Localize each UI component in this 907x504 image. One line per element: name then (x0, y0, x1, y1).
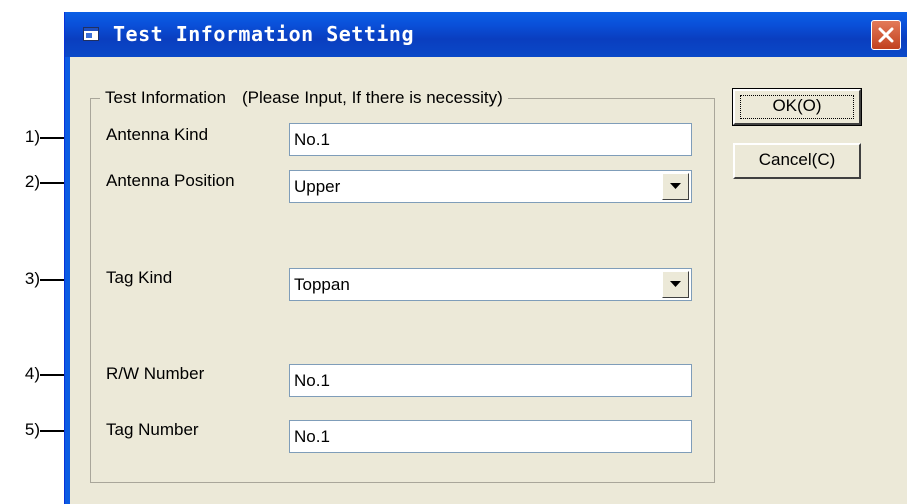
window-icon (83, 27, 99, 41)
window-title: Test Information Setting (113, 22, 414, 46)
tag-number-input[interactable]: No.1 (289, 420, 692, 453)
tag-kind-label: Tag Kind (106, 268, 173, 287)
rw-number-input[interactable]: No.1 (289, 364, 692, 397)
callout-number: 3) (24, 269, 40, 288)
tag-kind-select[interactable]: Toppan (289, 268, 692, 301)
cancel-button-label: Cancel(C) (758, 150, 836, 169)
tag-number-label: Tag Number (106, 420, 199, 439)
antenna-position-label: Antenna Position (106, 171, 235, 190)
cancel-button[interactable]: Cancel(C) (733, 143, 861, 179)
antenna-kind-input[interactable]: No.1 (289, 123, 692, 156)
rw-number-label: R/W Number (106, 364, 205, 383)
tag-kind-value: Toppan (294, 275, 350, 294)
window-frame (65, 57, 70, 504)
callout-number: 5) (24, 420, 40, 439)
title-bar[interactable]: Test Information Setting (65, 12, 907, 57)
dropdown-button[interactable] (662, 271, 689, 298)
tag-number-value: No.1 (294, 427, 330, 446)
antenna-kind-value: No.1 (294, 130, 330, 149)
callout-number: 4) (24, 364, 40, 383)
dropdown-arrow-icon (670, 183, 681, 189)
group-hint: (Please Input, If there is necessity) (241, 88, 503, 107)
callout-number: 2) (24, 172, 40, 191)
dropdown-arrow-icon (670, 281, 681, 287)
callout-number: 1) (24, 127, 40, 146)
group-title: Test Information (105, 88, 226, 107)
ok-button[interactable]: OK(O) (732, 88, 862, 126)
group-legend: Test Information (Please Input, If there … (100, 88, 508, 108)
close-button[interactable] (871, 20, 901, 50)
antenna-position-value: Upper (294, 177, 341, 196)
dialog-window: Test Information Setting Test Informatio… (64, 12, 907, 504)
focus-rect (740, 95, 854, 119)
dropdown-button[interactable] (662, 173, 689, 200)
antenna-kind-label: Antenna Kind (106, 125, 209, 144)
rw-number-value: No.1 (294, 371, 330, 390)
close-icon (878, 27, 894, 43)
antenna-position-select[interactable]: Upper (289, 170, 692, 203)
